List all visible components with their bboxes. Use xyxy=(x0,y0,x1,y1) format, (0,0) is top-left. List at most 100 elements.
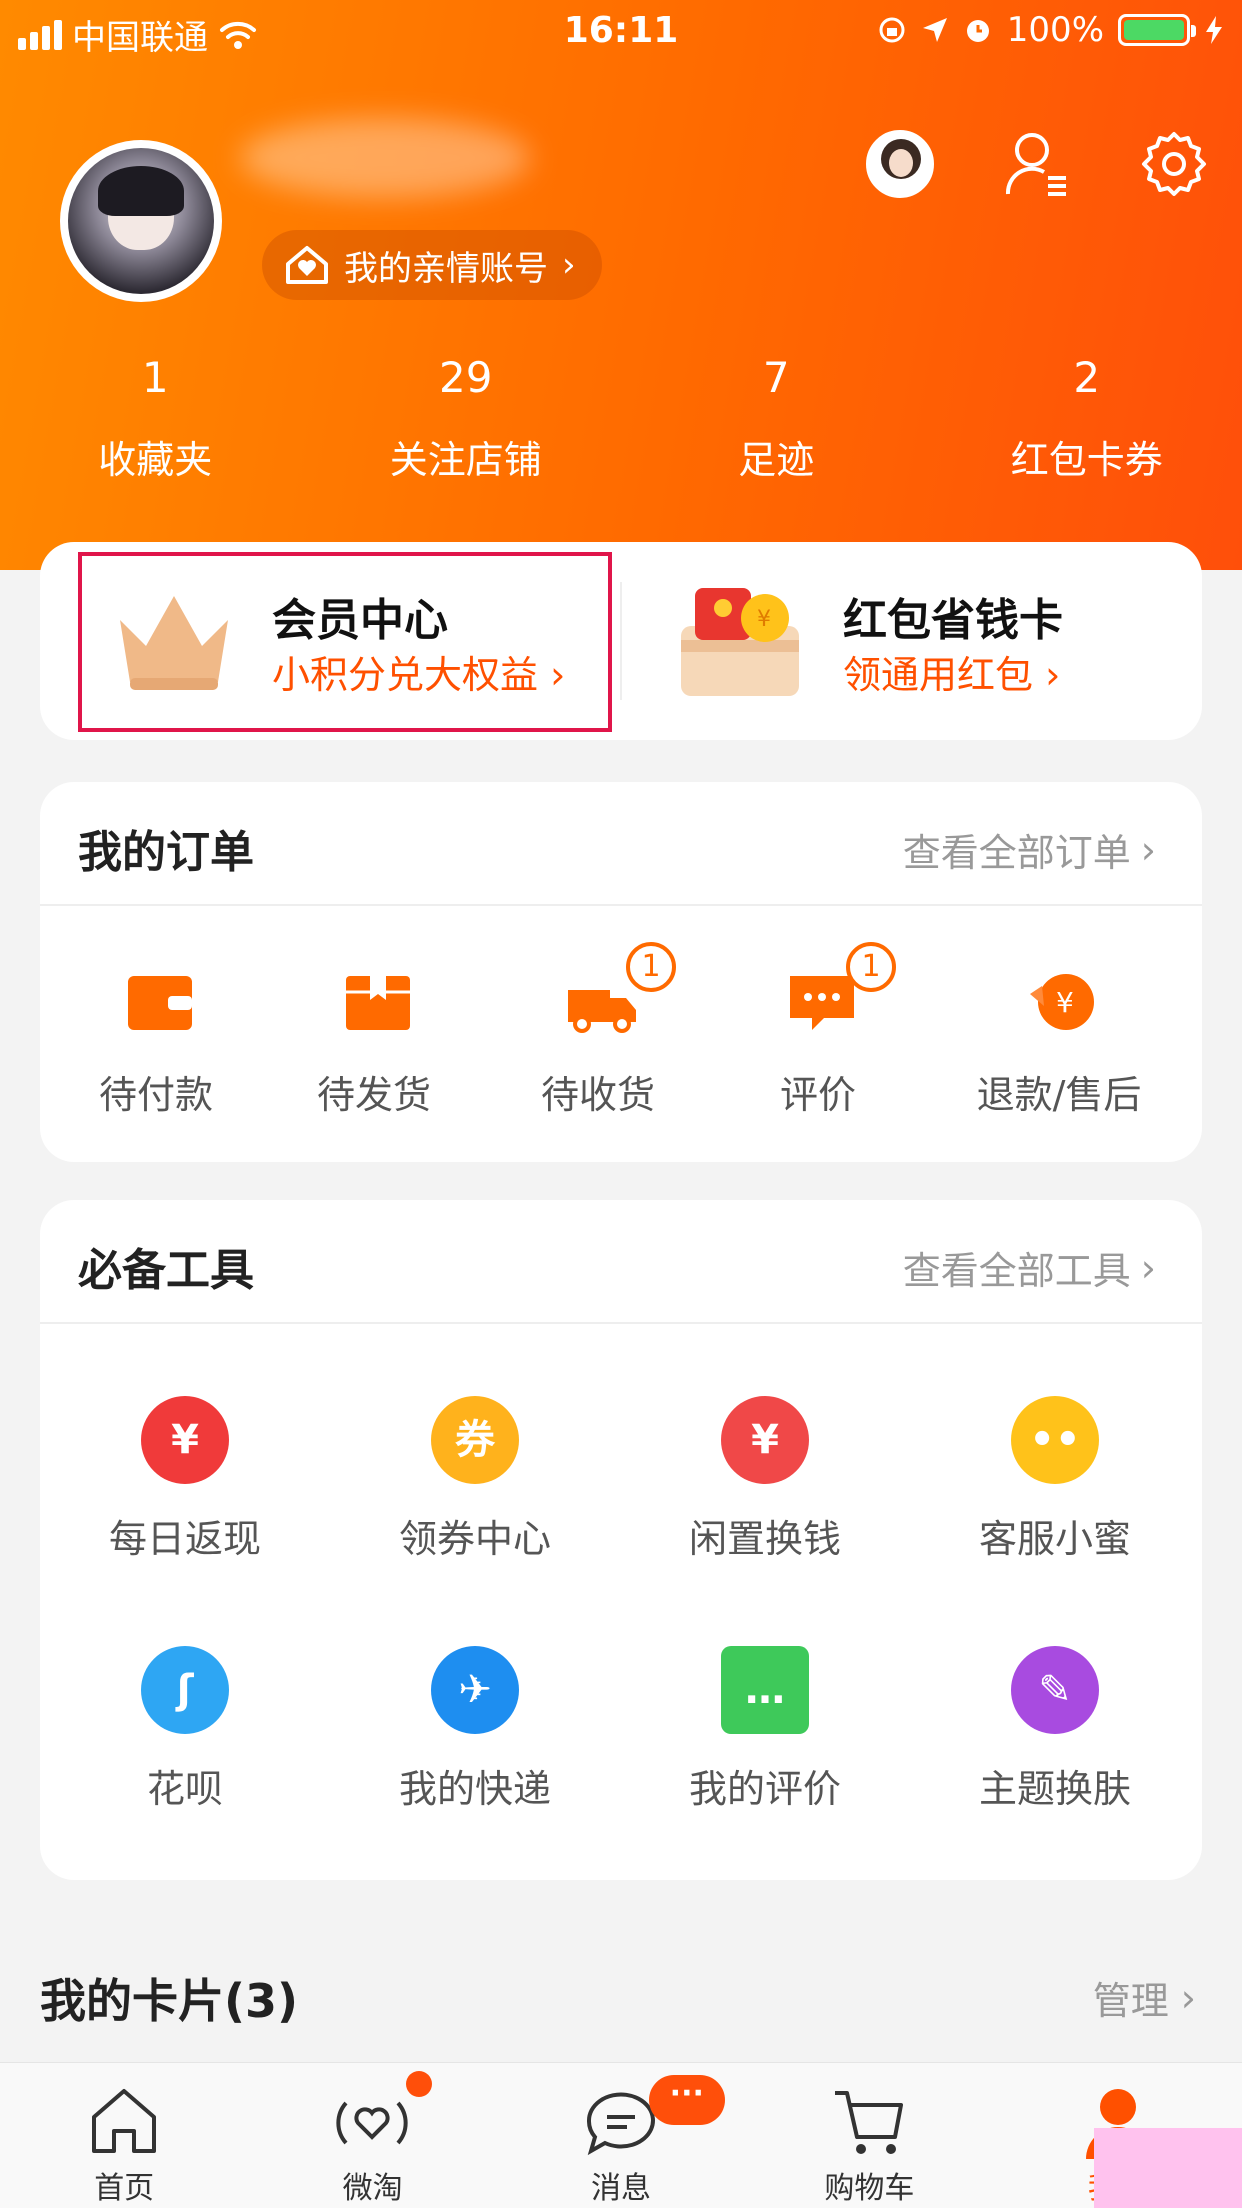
battery-icon xyxy=(1118,14,1196,46)
orders-card: 我的订单 查看全部订单 › 待付款 待发货 1 待收货 1 评价 ¥ 退款/售后 xyxy=(40,782,1202,1162)
tool-label: 每日返现 xyxy=(108,1517,261,1561)
tool-idle-exchange[interactable]: ¥ 闲置换钱 xyxy=(620,1396,910,1616)
tool-daily-cashback[interactable]: ¥ 每日返现 xyxy=(40,1396,330,1616)
selection-highlight xyxy=(78,552,612,732)
order-badge: 1 xyxy=(846,942,896,992)
tool-my-express[interactable]: ✈ 我的快递 xyxy=(330,1646,620,1866)
theme-palette-icon: ✎ xyxy=(1011,1646,1099,1734)
manage-label: 管理 xyxy=(1092,1979,1169,2023)
home-icon xyxy=(92,2089,156,2153)
money-bag-icon: ¥ xyxy=(721,1396,809,1484)
tool-label: 我的快递 xyxy=(398,1767,551,1811)
location-icon xyxy=(922,18,947,42)
family-account-button[interactable]: 我的亲情账号 › xyxy=(262,230,602,300)
notification-dot xyxy=(406,2071,433,2097)
profile-header: 中国联通 16:11 100% 我的亲情账号 › 1 收藏夹 29 关注店铺 7… xyxy=(0,0,1242,570)
stat-footprints[interactable]: 7 足迹 xyxy=(621,350,932,488)
tools-header: 必备工具 查看全部工具 › xyxy=(40,1200,1202,1324)
order-status-row: 待付款 待发货 1 待收货 1 评价 ¥ 退款/售后 xyxy=(40,906,1202,1162)
coupon-icon: 券 xyxy=(431,1396,519,1484)
tab-messages[interactable]: ··· 消息 xyxy=(497,2063,745,2208)
tab-cart[interactable]: 购物车 xyxy=(745,2063,993,2208)
weitao-icon xyxy=(336,2101,409,2145)
chevron-right-icon: › xyxy=(1140,1245,1156,1290)
manage-cards-link[interactable]: 管理 › xyxy=(1093,1970,1196,2025)
tool-theme-skin[interactable]: ✎ 主题换肤 xyxy=(910,1646,1200,1866)
bottom-tab-bar: 首页 微淘 ··· 消息 购物车 我的 xyxy=(0,2062,1242,2208)
stat-favorites[interactable]: 1 收藏夹 xyxy=(0,350,311,488)
battery-percent: 100% xyxy=(1006,10,1104,50)
order-status-label: 待发货 xyxy=(316,1073,431,1117)
my-cards-title: 我的卡片(3) xyxy=(40,1974,299,2028)
tool-my-reviews[interactable]: … 我的评价 xyxy=(620,1646,910,1866)
tool-label: 主题换肤 xyxy=(978,1767,1131,1811)
calendar-cashback-icon: ¥ xyxy=(141,1396,229,1484)
tool-label: 闲置换钱 xyxy=(688,1517,841,1561)
stats-row: 1 收藏夹 29 关注店铺 7 足迹 2 红包卡券 xyxy=(0,350,1242,488)
order-status-label: 评价 xyxy=(779,1073,856,1117)
cart-icon xyxy=(835,2091,904,2154)
package-icon xyxy=(346,976,410,1030)
order-badge: 1 xyxy=(626,942,676,992)
stat-label: 足迹 xyxy=(738,438,815,482)
tool-coupon-center[interactable]: 券 领券中心 xyxy=(330,1396,620,1616)
username-blurred xyxy=(240,118,530,198)
contacts-icon[interactable] xyxy=(1004,130,1070,198)
tab-home[interactable]: 首页 xyxy=(0,2063,248,2208)
order-status-label: 待付款 xyxy=(98,1073,213,1117)
svg-text:¥: ¥ xyxy=(757,607,771,632)
tab-weitao[interactable]: 微淘 xyxy=(248,2063,496,2208)
savings-card-subtitle: 领通用红包 › xyxy=(843,653,1061,697)
savings-card-entry[interactable]: ¥ 红包省钱卡 领通用红包 › xyxy=(621,542,1202,740)
stat-value: 1 xyxy=(141,353,169,402)
svg-text:¥: ¥ xyxy=(1056,986,1074,1019)
stat-followed-shops[interactable]: 29 关注店铺 xyxy=(311,350,622,488)
huabei-icon: ʃ xyxy=(141,1646,229,1734)
stat-label: 收藏夹 xyxy=(98,438,213,482)
view-all-orders-link[interactable]: 查看全部订单 › xyxy=(903,822,1156,877)
stat-value: 29 xyxy=(439,353,493,402)
tool-customer-service[interactable]: •• 客服小蜜 xyxy=(910,1396,1200,1616)
order-pending-payment[interactable]: 待付款 xyxy=(46,906,266,1162)
order-pending-shipment[interactable]: 待发货 xyxy=(264,906,484,1162)
order-status-label: 退款/售后 xyxy=(976,1073,1142,1117)
message-badge: ··· xyxy=(648,2075,725,2125)
tool-label: 领券中心 xyxy=(398,1517,551,1561)
tab-label: 微淘 xyxy=(342,2171,403,2206)
tool-label: 花呗 xyxy=(146,1767,223,1811)
order-status-label: 待收货 xyxy=(540,1073,655,1117)
tool-label: 客服小蜜 xyxy=(978,1517,1131,1561)
tab-label: 首页 xyxy=(94,2171,155,2206)
refund-icon: ¥ xyxy=(1030,974,1094,1030)
wallet-icon xyxy=(128,976,192,1030)
express-bird-icon: ✈ xyxy=(431,1646,519,1734)
settings-gear-icon[interactable] xyxy=(1140,130,1208,198)
chevron-right-icon: › xyxy=(1180,1975,1196,2020)
home-heart-icon xyxy=(286,246,328,284)
order-refund-aftersales[interactable]: ¥ 退款/售后 xyxy=(934,906,1184,1162)
service-bot-icon: •• xyxy=(1011,1396,1099,1484)
tool-huabei[interactable]: ʃ 花呗 xyxy=(40,1646,330,1866)
tools-card: 必备工具 查看全部工具 › ¥ 每日返现 券 领券中心 ¥ 闲置换钱 •• 客服… xyxy=(40,1200,1202,1880)
family-account-label: 我的亲情账号 xyxy=(344,248,548,289)
tool-label: 我的评价 xyxy=(688,1767,841,1811)
charging-icon xyxy=(1206,16,1222,44)
alarm-icon xyxy=(966,20,989,42)
order-to-review[interactable]: 1 评价 xyxy=(708,906,928,1162)
status-bar: 中国联通 16:11 100% xyxy=(0,0,1242,62)
orientation-lock-icon xyxy=(879,17,905,43)
user-avatar[interactable] xyxy=(60,140,222,302)
promo-card: 会员中心 小积分兑大权益 › ¥ 红包省钱卡 领通用红包 › xyxy=(40,542,1202,740)
chevron-right-icon: › xyxy=(1140,827,1156,872)
view-all-tools-link[interactable]: 查看全部工具 › xyxy=(903,1240,1156,1295)
order-pending-receipt[interactable]: 1 待收货 xyxy=(488,906,708,1162)
stat-coupons[interactable]: 2 红包卡券 xyxy=(932,350,1242,488)
header-actions xyxy=(866,130,1208,198)
red-packet-card-icon: ¥ xyxy=(681,588,799,696)
tab-label: 消息 xyxy=(590,2171,651,2206)
tools-title: 必备工具 xyxy=(78,1245,254,1296)
view-all-tools-label: 查看全部工具 xyxy=(902,1249,1131,1293)
user-avatar-icon[interactable] xyxy=(866,130,934,198)
orders-title: 我的订单 xyxy=(78,827,254,878)
view-all-orders-label: 查看全部订单 xyxy=(902,831,1131,875)
